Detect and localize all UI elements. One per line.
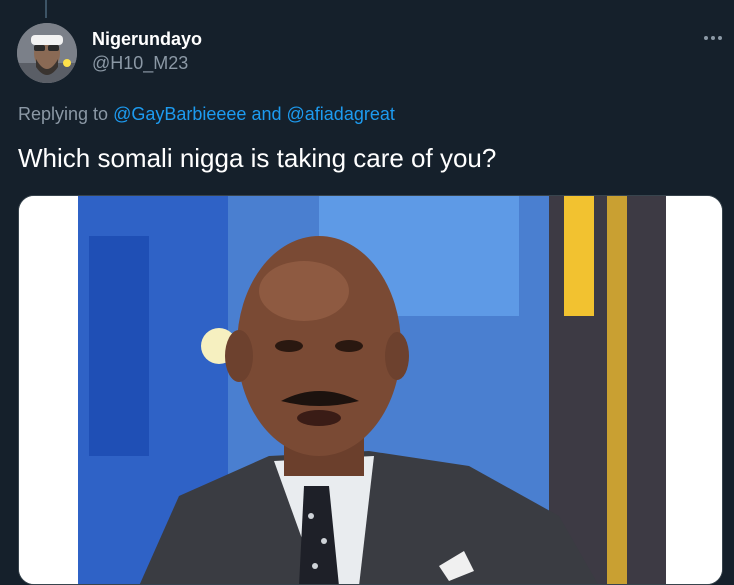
- reply-user-link-1[interactable]: @GayBarbieeee: [113, 104, 246, 124]
- tweet-text: Which somali nigga is taking care of you…: [18, 143, 497, 173]
- dot: [718, 36, 722, 40]
- dot: [704, 36, 708, 40]
- avatar-image: [17, 23, 77, 83]
- author-name[interactable]: Nigerundayo: [92, 29, 202, 50]
- reply-user-link-2[interactable]: @afiadagreat: [287, 104, 395, 124]
- tweet-media[interactable]: [18, 195, 723, 585]
- dot: [711, 36, 715, 40]
- media-still-image: [19, 196, 722, 584]
- replying-prefix: Replying to: [18, 104, 109, 124]
- thread-connector-line: [45, 0, 47, 18]
- avatar[interactable]: [17, 23, 77, 83]
- author-handle[interactable]: @H10_M23: [92, 53, 188, 74]
- more-horizontal-icon[interactable]: [700, 26, 726, 50]
- reply-and: and: [251, 104, 282, 124]
- replying-to-line: Replying to @GayBarbieeee and @afiadagre…: [18, 104, 395, 125]
